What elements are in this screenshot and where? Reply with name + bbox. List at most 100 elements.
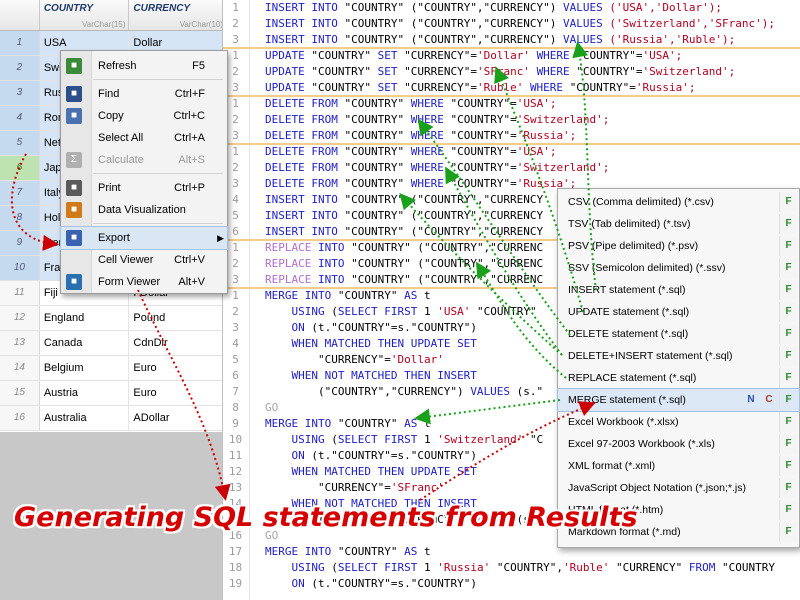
- export-to-file-button[interactable]: F: [779, 500, 797, 520]
- export-to-file-button[interactable]: F: [779, 258, 797, 278]
- code-line[interactable]: REPLACE INTO "COUNTRY" ("COUNTRY","CURRE…: [265, 240, 543, 256]
- row-number[interactable]: 11: [0, 281, 40, 305]
- code-line[interactable]: GO: [265, 400, 278, 416]
- export-item-replace-statement-sql[interactable]: REPLACE statement (*.sql) F: [558, 367, 799, 389]
- export-clipboard-button[interactable]: C: [761, 390, 777, 410]
- code-line[interactable]: DELETE FROM "COUNTRY" WHERE "COUNTRY"='U…: [265, 144, 556, 160]
- row-number[interactable]: 3: [0, 81, 40, 105]
- menu-item-print[interactable]: ■ Print Ctrl+P: [61, 177, 227, 199]
- code-line[interactable]: "CURRENCY"='Dollar': [265, 352, 444, 368]
- code-line[interactable]: USING (SELECT FIRST 1 'Switzerland' "C: [265, 432, 544, 448]
- code-line[interactable]: INSERT INTO "COUNTRY" ("COUNTRY","CURREN…: [265, 16, 775, 32]
- row-number[interactable]: 9: [0, 231, 40, 255]
- code-line[interactable]: DELETE FROM "COUNTRY" WHERE "COUNTRY"='R…: [265, 128, 576, 144]
- row-number[interactable]: 8: [0, 206, 40, 230]
- code-line[interactable]: DELETE FROM "COUNTRY" WHERE "COUNTRY"='S…: [265, 160, 609, 176]
- export-item-csv-comma-delimited-csv[interactable]: CSV (Comma delimited) (*.csv) F: [558, 191, 799, 213]
- code-line[interactable]: DELETE FROM "COUNTRY" WHERE "COUNTRY"='R…: [265, 176, 576, 192]
- export-item-excel-97-2003-workbook-xls[interactable]: Excel 97-2003 Workbook (*.xls) F: [558, 433, 799, 455]
- export-item-insert-statement-sql[interactable]: INSERT statement (*.sql) F: [558, 279, 799, 301]
- export-to-file-button[interactable]: F: [779, 302, 797, 322]
- row-number-header[interactable]: [0, 0, 40, 30]
- menu-item-export[interactable]: ■ Export ▶: [60, 226, 228, 250]
- cell-country[interactable]: England: [40, 306, 130, 330]
- table-row[interactable]: 13 Canada CdnDlr: [0, 331, 227, 356]
- code-line[interactable]: MERGE INTO "COUNTRY" AS t: [265, 288, 431, 304]
- export-to-file-button[interactable]: F: [779, 522, 797, 542]
- code-line[interactable]: USING (SELECT FIRST 1 'USA' "COUNTRY": [265, 304, 537, 320]
- cell-country[interactable]: Canada: [40, 331, 130, 355]
- code-line[interactable]: MERGE INTO "COUNTRY" AS t: [265, 416, 431, 432]
- table-row[interactable]: 14 Belgium Euro: [0, 356, 227, 381]
- menu-item-find[interactable]: ■ Find Ctrl+F: [61, 83, 227, 105]
- row-number[interactable]: 6: [0, 156, 40, 180]
- code-line[interactable]: WHEN MATCHED THEN UPDATE SET: [265, 336, 477, 352]
- export-to-file-button[interactable]: F: [779, 434, 797, 454]
- cell-currency[interactable]: CdnDlr: [129, 331, 227, 355]
- row-number[interactable]: 12: [0, 306, 40, 330]
- export-item-psv-pipe-delimited-psv[interactable]: PSV (Pipe delimited) (*.psv) F: [558, 235, 799, 257]
- export-item-xml-format-xml[interactable]: XML format (*.xml) F: [558, 455, 799, 477]
- code-line[interactable]: UPDATE "COUNTRY" SET "CURRENCY"='SFranc'…: [265, 64, 735, 80]
- code-line[interactable]: ON (t."COUNTRY"=s."COUNTRY"): [265, 448, 477, 464]
- export-to-file-button[interactable]: F: [779, 456, 797, 476]
- code-line[interactable]: ("COUNTRY","CURRENCY") VALUES (s.": [265, 384, 543, 400]
- export-to-file-button[interactable]: F: [779, 280, 797, 300]
- export-item-delete-insert-statement-sql[interactable]: DELETE+INSERT statement (*.sql) F: [558, 345, 799, 367]
- export-to-file-button[interactable]: F: [779, 412, 797, 432]
- column-header-currency[interactable]: CURRENCY VarChar(10): [129, 0, 227, 30]
- row-number[interactable]: 15: [0, 381, 40, 405]
- code-line[interactable]: INSERT INTO "COUNTRY" ("COUNTRY","CURREN…: [265, 32, 735, 48]
- export-to-file-button[interactable]: F: [779, 214, 797, 234]
- row-number[interactable]: 4: [0, 106, 40, 130]
- export-to-file-button[interactable]: F: [779, 346, 797, 366]
- row-number[interactable]: 14: [0, 356, 40, 380]
- export-item-javascript-object-notation-json-js[interactable]: JavaScript Object Notation (*.json;*.js)…: [558, 477, 799, 499]
- code-line[interactable]: ON (t."COUNTRY"=s."COUNTRY"): [265, 576, 477, 592]
- menu-item-form-viewer[interactable]: ■ Form Viewer Alt+V: [61, 271, 227, 293]
- cell-currency[interactable]: Pound: [129, 306, 227, 330]
- row-number[interactable]: 2: [0, 56, 40, 80]
- cell-country[interactable]: Austria: [40, 381, 130, 405]
- code-line[interactable]: ON (t."COUNTRY"=s."COUNTRY"): [265, 320, 477, 336]
- menu-item-select-all[interactable]: Select All Ctrl+A: [61, 127, 227, 149]
- row-number[interactable]: 10: [0, 256, 40, 280]
- export-new-tab-button[interactable]: N: [743, 390, 759, 410]
- code-line[interactable]: WHEN MATCHED THEN UPDATE SET: [265, 464, 477, 480]
- row-number[interactable]: 13: [0, 331, 40, 355]
- export-item-delete-statement-sql[interactable]: DELETE statement (*.sql) F: [558, 323, 799, 345]
- table-row[interactable]: 15 Austria Euro: [0, 381, 227, 406]
- table-row[interactable]: 12 England Pound: [0, 306, 227, 331]
- menu-item-refresh[interactable]: ■ Refresh F5: [61, 55, 227, 77]
- row-number[interactable]: 1: [0, 31, 40, 55]
- export-to-file-button[interactable]: F: [779, 192, 797, 212]
- export-to-file-button[interactable]: F: [779, 324, 797, 344]
- code-line[interactable]: UPDATE "COUNTRY" SET "CURRENCY"='Ruble' …: [265, 80, 696, 96]
- code-line[interactable]: MERGE INTO "COUNTRY" AS t: [265, 544, 431, 560]
- row-number[interactable]: 16: [0, 406, 40, 430]
- code-line[interactable]: USING (SELECT FIRST 1 'Russia' "COUNTRY"…: [265, 560, 776, 576]
- cell-country[interactable]: Belgium: [40, 356, 130, 380]
- code-line[interactable]: REPLACE INTO "COUNTRY" ("COUNTRY","CURRE…: [265, 272, 543, 288]
- code-line[interactable]: "CURRENCY"='SFranc': [265, 480, 444, 496]
- export-item-excel-workbook-xlsx[interactable]: Excel Workbook (*.xlsx) F: [558, 411, 799, 433]
- code-line[interactable]: INSERT INTO "COUNTRY" ("COUNTRY","CURREN…: [265, 208, 543, 224]
- export-item-tsv-tab-delimited-tsv[interactable]: TSV (Tab delimited) (*.tsv) F: [558, 213, 799, 235]
- export-item-merge-statement-sql[interactable]: MERGE statement (*.sql) N C F: [557, 388, 800, 412]
- export-item-ssv-semicolon-delimited-ssv[interactable]: SSV (Semicolon delimited) (*.ssv) F: [558, 257, 799, 279]
- export-item-update-statement-sql[interactable]: UPDATE statement (*.sql) F: [558, 301, 799, 323]
- code-line[interactable]: INSERT INTO "COUNTRY" ("COUNTRY","CURREN…: [265, 224, 543, 240]
- menu-item-cell-viewer[interactable]: Cell Viewer Ctrl+V: [61, 249, 227, 271]
- export-to-file-button[interactable]: F: [779, 478, 797, 498]
- cell-currency[interactable]: ADollar: [129, 406, 227, 430]
- code-line[interactable]: REPLACE INTO "COUNTRY" ("COUNTRY","CURRE…: [265, 256, 543, 272]
- code-line[interactable]: INSERT INTO "COUNTRY" ("COUNTRY","CURREN…: [265, 0, 722, 16]
- row-number[interactable]: 7: [0, 181, 40, 205]
- export-to-file-button[interactable]: F: [779, 368, 797, 388]
- menu-item-copy[interactable]: ■ Copy Ctrl+C: [61, 105, 227, 127]
- export-to-file-button[interactable]: F: [779, 390, 797, 410]
- menu-item-data-visualization[interactable]: ■ Data Visualization: [61, 199, 227, 221]
- cell-currency[interactable]: Euro: [129, 356, 227, 380]
- code-line[interactable]: INSERT INTO "COUNTRY" ("COUNTRY","CURREN…: [265, 192, 543, 208]
- code-line[interactable]: DELETE FROM "COUNTRY" WHERE "COUNTRY"='S…: [265, 112, 609, 128]
